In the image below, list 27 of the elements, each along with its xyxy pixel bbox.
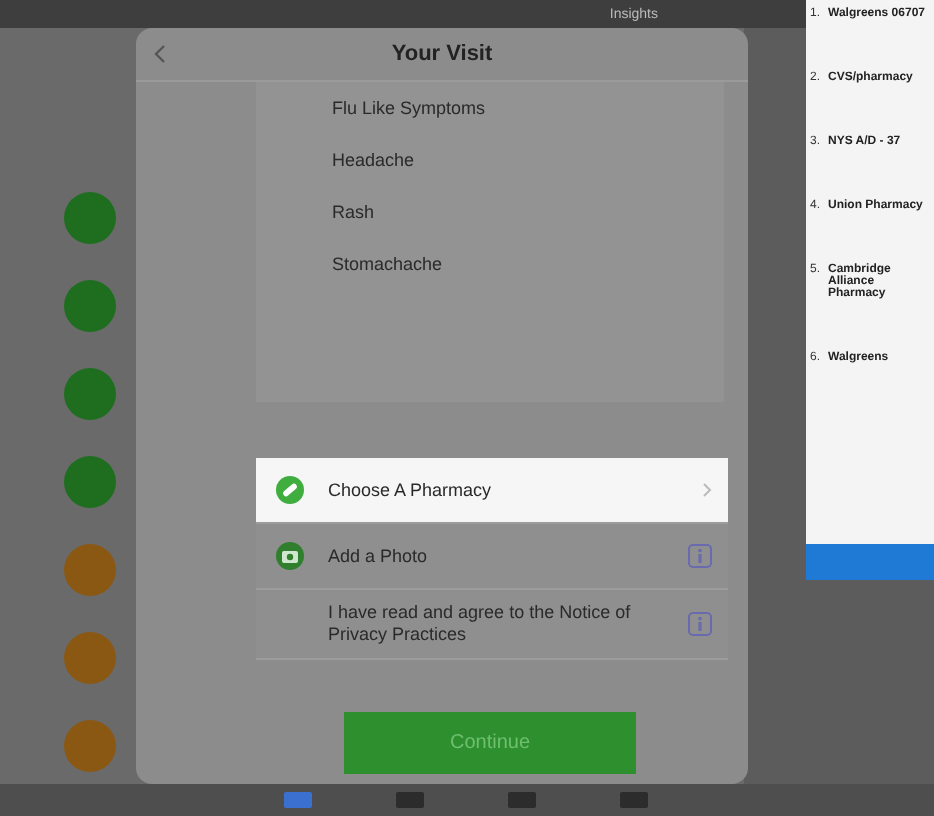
tab-icon[interactable] <box>620 790 648 810</box>
camera-icon <box>276 542 304 570</box>
status-circle[interactable] <box>64 456 116 508</box>
tab-icon[interactable] <box>284 790 312 810</box>
option-label: Add a Photo <box>328 545 430 567</box>
status-circle[interactable] <box>64 632 116 684</box>
status-circle[interactable] <box>64 544 116 596</box>
list-footer-bar <box>806 544 934 580</box>
symptom-item[interactable]: Stomachache <box>332 254 724 274</box>
pill-icon <box>276 476 304 504</box>
option-row[interactable]: Choose A Pharmacy <box>256 458 728 524</box>
symptom-item[interactable]: Flu Like Symptoms <box>332 98 724 118</box>
info-icon[interactable] <box>688 612 712 636</box>
symptom-item[interactable]: Headache <box>332 150 724 170</box>
symptom-item[interactable]: Rash <box>332 202 724 222</box>
dialog-title: Your Visit <box>391 42 493 66</box>
option-label: I have read and agree to the Notice of Privacy Practices <box>328 602 633 646</box>
chevron-icon <box>702 482 712 498</box>
status-circle[interactable] <box>64 720 116 772</box>
status-circle[interactable] <box>64 192 116 244</box>
tab-icon[interactable] <box>508 790 536 810</box>
status-circle[interactable] <box>64 368 116 420</box>
status-circle[interactable] <box>64 280 116 332</box>
back-icon[interactable] <box>154 44 166 64</box>
tab-icon[interactable] <box>396 790 424 810</box>
info-icon[interactable] <box>688 544 712 568</box>
option-label: Choose A Pharmacy <box>328 479 494 501</box>
